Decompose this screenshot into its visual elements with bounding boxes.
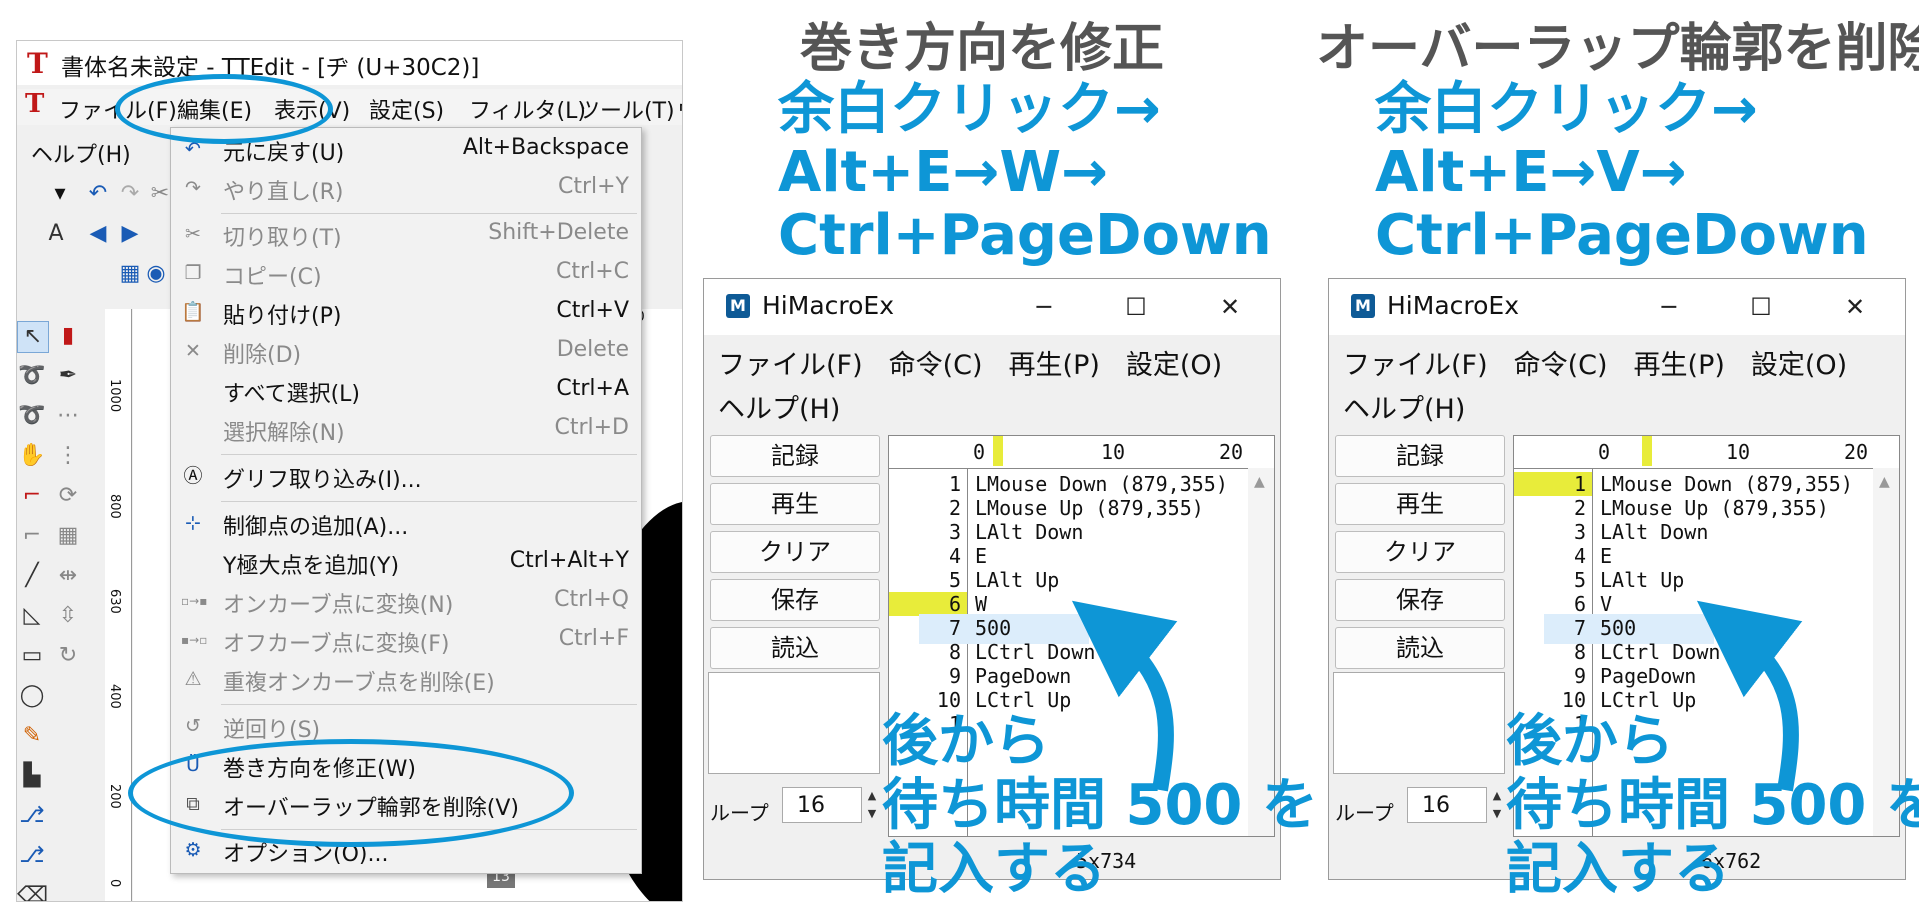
note-line: 記入する [882,837,1106,902]
note-line: 後から [882,709,1050,774]
note-line: 待ち時間 500 を [882,773,1318,838]
note-insert-wait-2: 後から 待ち時間 500 を 記入する [1506,710,1919,902]
note-line: 記入する [1506,837,1730,902]
note-insert-wait-1: 後から 待ち時間 500 を 記入する [882,710,1318,902]
note-line: 待ち時間 500 を [1506,773,1919,838]
note-line: 後から [1506,709,1674,774]
